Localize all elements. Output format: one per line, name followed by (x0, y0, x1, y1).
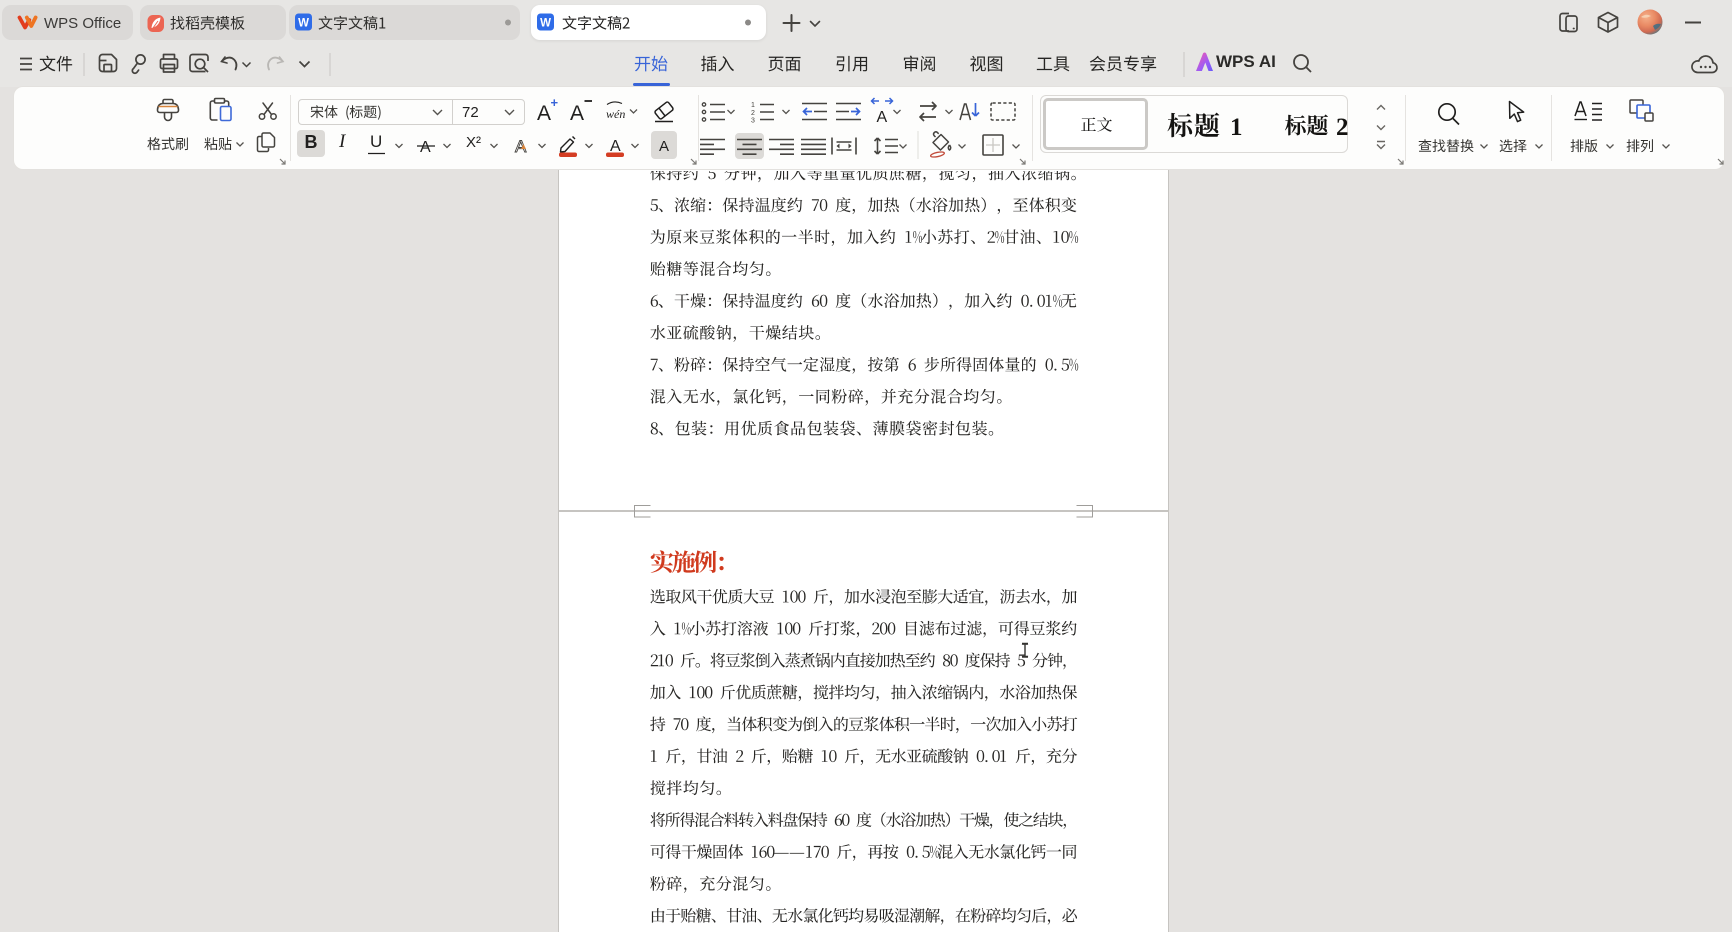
svg-text:3: 3 (751, 118, 755, 125)
svg-text:A: A (877, 109, 888, 126)
svg-text:A: A (420, 139, 431, 156)
svg-text:A: A (610, 138, 621, 155)
svg-text:W: W (298, 18, 309, 30)
svg-text:W: W (540, 18, 551, 30)
svg-text:A: A (570, 102, 584, 125)
svg-text:+: + (551, 95, 559, 110)
svg-text:2: 2 (751, 110, 755, 117)
svg-text:1: 1 (751, 102, 755, 109)
svg-text:wén: wén (606, 107, 625, 121)
svg-text:A: A (537, 102, 551, 125)
svg-text:A: A (659, 138, 669, 155)
svg-text:1: 1 (1230, 114, 1243, 141)
svg-text:2: 2 (1336, 114, 1349, 141)
svg-text:A: A (515, 137, 527, 156)
